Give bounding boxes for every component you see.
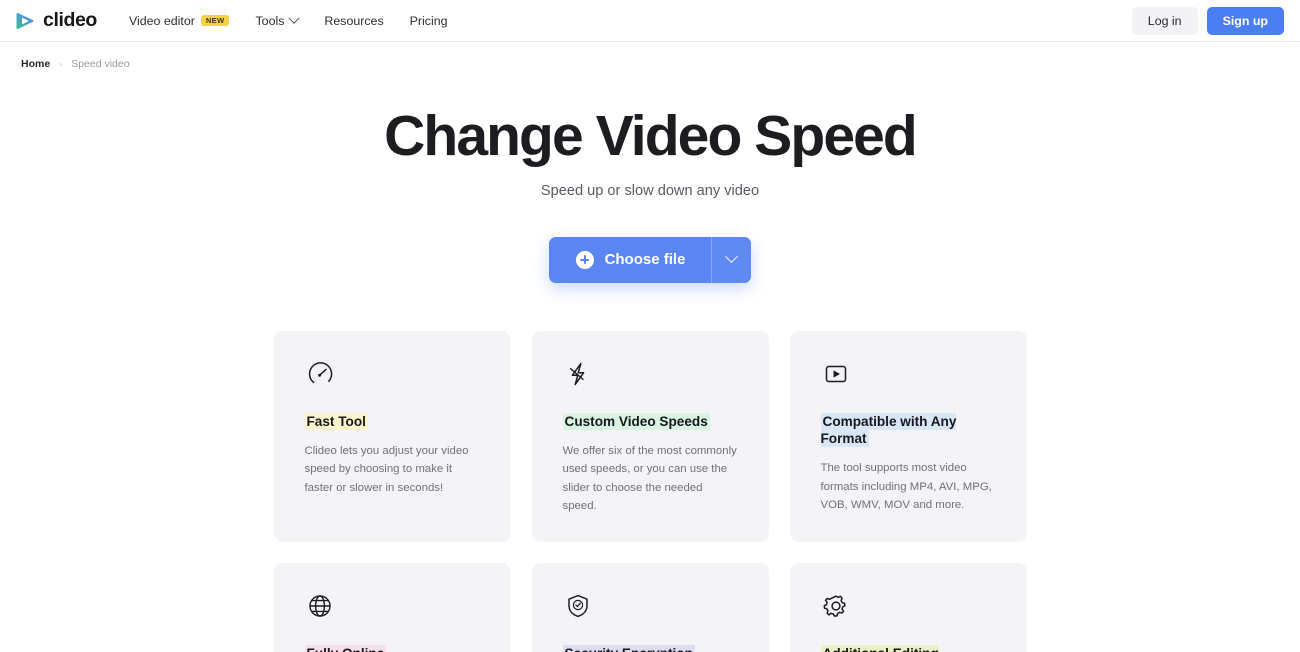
shield-check-icon: [563, 591, 738, 621]
nav-item-pricing[interactable]: Pricing: [410, 14, 448, 28]
choose-file-button-group[interactable]: Choose file: [548, 236, 752, 283]
feature-card-fully-online: Fully Online: [273, 562, 511, 652]
feature-title: Security Encryption: [562, 644, 738, 652]
feature-card-additional-editing-options: Additional Editing Options: [789, 562, 1027, 652]
nav-label: Pricing: [409, 13, 448, 28]
feature-body: We offer six of the most commonly used s…: [562, 444, 737, 513]
feature-card-compatible-any-format: Compatible with Any Format The tool supp…: [789, 330, 1027, 542]
nav-item-video-editor[interactable]: Video editor NEW: [129, 14, 230, 28]
nav-label: Resources: [324, 13, 384, 28]
feature-title-highlight: Fast Tool: [304, 412, 368, 430]
feature-card-fast-tool: Fast Tool Clideo lets you adjust your vi…: [273, 330, 511, 542]
feature-title: Fast Tool: [304, 412, 480, 430]
brand-logo[interactable]: clideo: [14, 9, 97, 32]
globe-icon: [305, 591, 480, 621]
breadcrumb-separator-icon: ›: [59, 59, 63, 69]
nav-label: Video editor: [128, 13, 195, 28]
breadcrumb: Home › Speed video: [0, 42, 1300, 70]
nav-item-resources[interactable]: Resources: [324, 14, 383, 28]
speedometer-icon: [305, 359, 480, 389]
feature-card-custom-video-speeds: Custom Video Speeds We offer six of the …: [531, 330, 769, 542]
signup-button[interactable]: Sign up: [1206, 6, 1284, 35]
feature-title-highlight: Compatible with Any Format: [820, 412, 957, 447]
main-nav: Video editor NEW Tools Resources Pricing: [129, 12, 448, 28]
choose-file-button[interactable]: Choose file: [549, 237, 712, 283]
feature-title: Compatible with Any Format: [820, 412, 996, 448]
feature-card-grid: Fast Tool Clideo lets you adjust your vi…: [273, 330, 1027, 652]
feature-title-highlight: Custom Video Speeds: [562, 412, 710, 430]
breadcrumb-home[interactable]: Home: [21, 58, 50, 70]
feature-title: Custom Video Speeds: [562, 412, 738, 430]
play-triangle-gradient-icon: [14, 10, 36, 32]
feature-body: The tool supports most video formats inc…: [820, 462, 992, 512]
feature-title: Fully Online: [304, 644, 480, 652]
feature-title: Additional Editing Options: [820, 644, 996, 652]
nav-item-tools[interactable]: Tools: [255, 12, 301, 28]
breadcrumb-current: Speed video: [71, 58, 130, 70]
feature-body: Clideo lets you adjust your video speed …: [304, 444, 469, 494]
brand-name: clideo: [43, 9, 97, 31]
top-header: clideo Video editor NEW Tools Resources …: [0, 0, 1300, 42]
cta-wrapper: Choose file: [0, 236, 1300, 283]
new-badge: NEW: [200, 14, 230, 27]
page-title: Change Video Speed: [384, 104, 918, 168]
lightning-bolt-icon: [563, 359, 738, 389]
login-button[interactable]: Log in: [1131, 6, 1198, 35]
hero-section: Change Video Speed Speed up or slow down…: [0, 70, 1300, 283]
choose-file-dropdown-button[interactable]: [711, 236, 752, 283]
chevron-down-icon: [288, 12, 301, 24]
feature-title-highlight: Additional Editing Options: [820, 644, 939, 652]
video-play-box-icon: [821, 359, 996, 389]
choose-file-label: Choose file: [604, 251, 686, 269]
nav-label: Tools: [255, 13, 285, 28]
chevron-down-icon: [725, 250, 739, 264]
plus-circle-icon: [575, 250, 594, 269]
feature-card-security-encryption: Security Encryption: [531, 562, 769, 652]
header-actions: Log in Sign up: [1131, 6, 1284, 35]
feature-title-highlight: Fully Online: [304, 644, 387, 652]
gear-icon: [821, 591, 996, 621]
page-subtitle: Speed up or slow down any video: [540, 182, 760, 199]
feature-title-highlight: Security Encryption: [562, 644, 695, 652]
